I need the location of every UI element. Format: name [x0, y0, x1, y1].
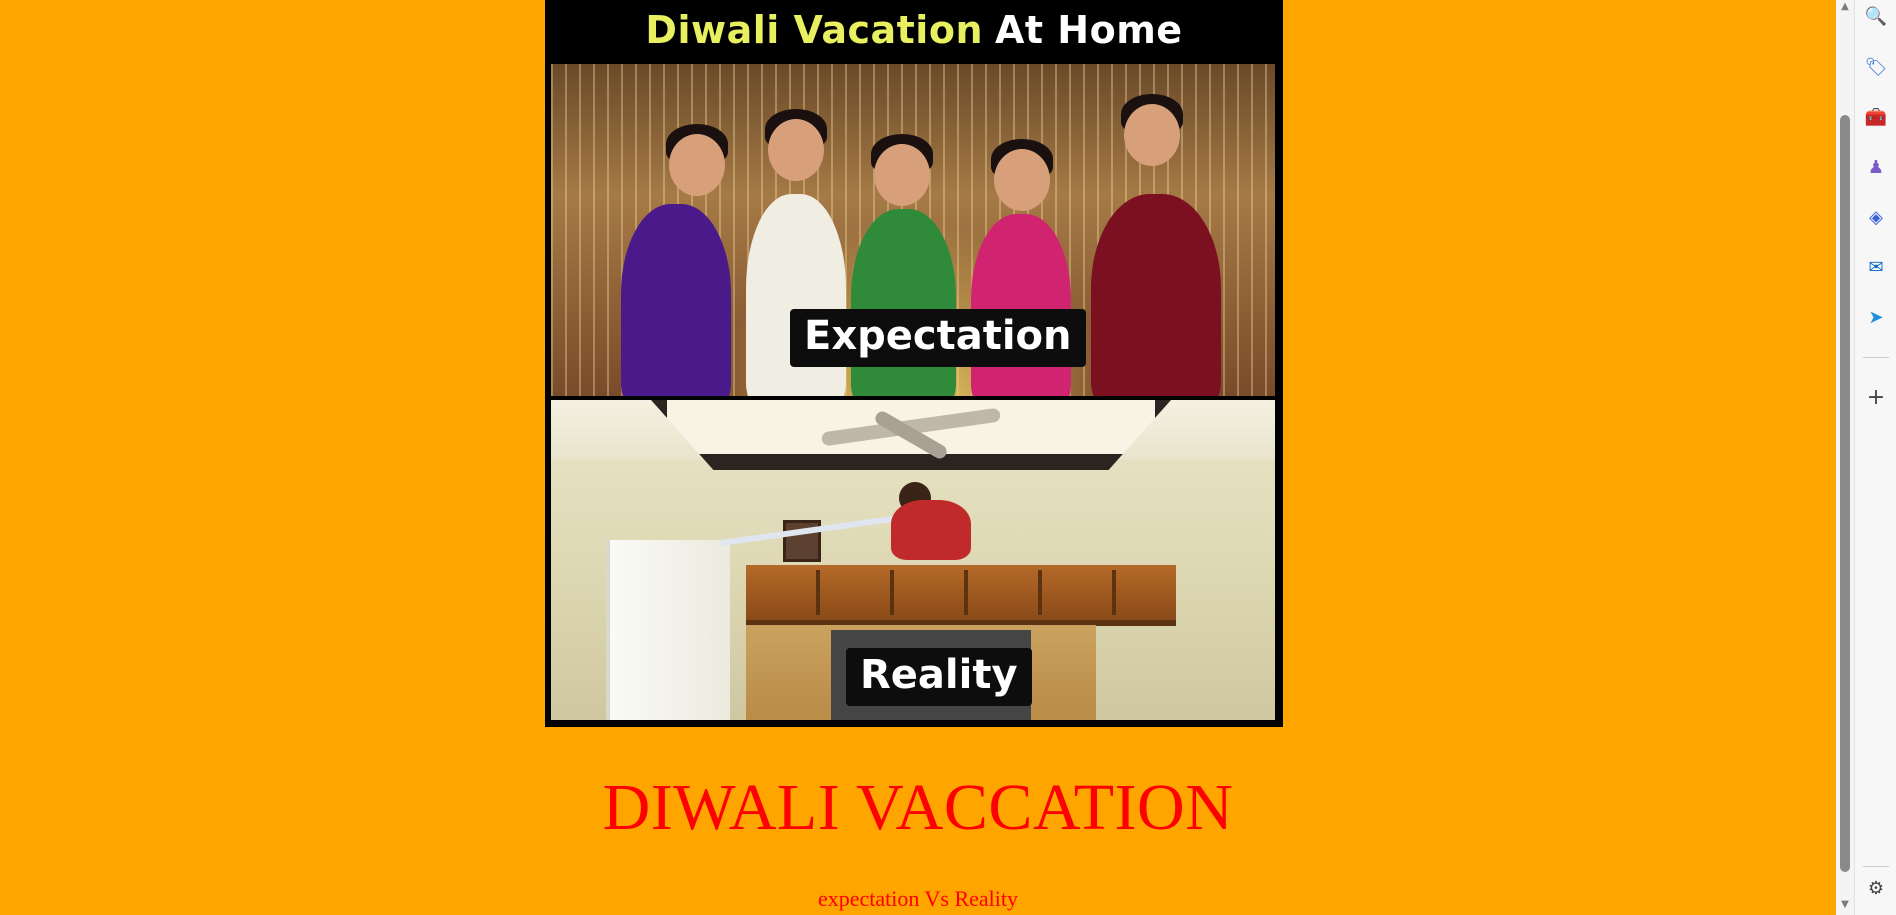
browser-sidebar: 🔍 🏷 🧰 ♟ ◈ ✉ ➤ + ⚙ [1854, 0, 1896, 915]
scroll-thumb[interactable] [1840, 115, 1850, 872]
outlook-icon[interactable]: ✉ [1862, 253, 1890, 281]
reality-caption: Reality [846, 648, 1032, 706]
window [606, 540, 730, 720]
settings-icon[interactable]: ⚙ [1862, 874, 1890, 902]
meme-title: Diwali Vacation At Home [545, 0, 1283, 60]
send-icon[interactable]: ➤ [1862, 303, 1890, 331]
sidebar-divider [1863, 357, 1889, 358]
web-page: Diwali Vacation At Home Expectation Real… [0, 0, 1836, 915]
person-head [1124, 104, 1180, 166]
search-icon[interactable]: 🔍 [1862, 2, 1890, 30]
add-icon[interactable]: + [1862, 383, 1890, 411]
person [971, 214, 1071, 396]
meme-image: Diwali Vacation At Home Expectation Real… [545, 0, 1283, 727]
page-heading: DIWALI VACCATION [602, 771, 1234, 844]
person-head [768, 119, 824, 181]
toolbox-icon[interactable]: 🧰 [1862, 103, 1890, 131]
reality-photo: Reality [551, 400, 1275, 720]
copilot-icon[interactable]: ◈ [1862, 203, 1890, 231]
page-subheading: expectation Vs Reality [818, 886, 1018, 911]
scroll-down-arrow[interactable]: ▼ [1836, 898, 1854, 912]
meme-title-part1: Diwali Vacation [645, 8, 983, 52]
expectation-caption: Expectation [790, 309, 1086, 367]
person-head [994, 149, 1050, 211]
person-head [874, 144, 930, 206]
meme-title-part2: At Home [995, 8, 1183, 52]
person-head [669, 134, 725, 196]
tag-icon[interactable]: 🏷 [1862, 53, 1890, 81]
games-icon[interactable]: ♟ [1862, 153, 1890, 181]
person [851, 209, 956, 396]
person [1091, 194, 1221, 396]
man-cleaning [891, 500, 971, 560]
person [621, 204, 731, 396]
sidebar-divider [1863, 866, 1889, 867]
vertical-scrollbar[interactable]: ▲ ▼ [1836, 0, 1854, 915]
expectation-photo: Expectation [551, 64, 1275, 396]
scroll-up-arrow[interactable]: ▲ [1836, 0, 1854, 14]
cabinet-doors [746, 570, 1176, 615]
